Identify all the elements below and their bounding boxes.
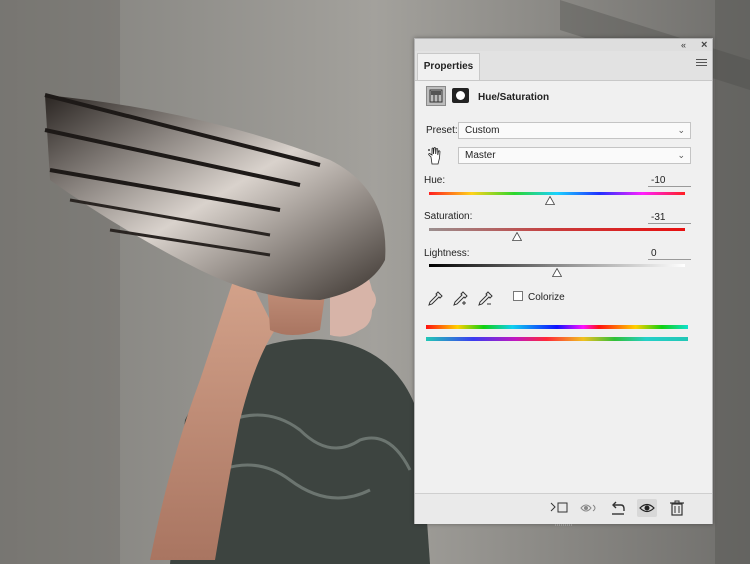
saturation-input[interactable]: -31	[648, 211, 691, 224]
tab-properties[interactable]: Properties	[417, 53, 480, 80]
saturation-slider-thumb[interactable]	[512, 231, 523, 241]
adjustment-title: Hue/Saturation	[478, 92, 550, 103]
close-panel-icon[interactable]: ×	[701, 39, 707, 51]
subtract-from-sample-eyedropper-icon[interactable]	[477, 291, 493, 307]
channel-value: Master	[465, 150, 496, 161]
panel-menu-icon[interactable]	[696, 59, 707, 69]
chevron-down-icon: ⌄	[677, 125, 685, 135]
panel-tab-row: Properties	[415, 51, 712, 81]
collapse-panel-icon[interactable]: «	[681, 39, 686, 51]
lightness-slider-thumb[interactable]	[551, 267, 563, 277]
toggle-visibility-icon[interactable]	[637, 499, 657, 517]
add-to-sample-eyedropper-icon[interactable]	[452, 291, 468, 307]
saturation-label: Saturation:	[424, 211, 473, 222]
hue-slider-track[interactable]	[429, 192, 685, 195]
colorize-label: Colorize	[528, 292, 565, 303]
lightness-slider-track[interactable]	[429, 264, 685, 267]
hue-slider-thumb[interactable]	[544, 195, 556, 205]
hue-saturation-adjustment-icon[interactable]	[426, 86, 446, 106]
channel-select[interactable]: Master ⌄	[458, 147, 691, 164]
clip-to-layer-icon[interactable]	[549, 499, 569, 517]
delete-icon[interactable]	[667, 499, 687, 517]
preset-value: Custom	[465, 125, 500, 136]
colorize-checkbox[interactable]	[513, 291, 523, 301]
panel-footer	[415, 493, 712, 526]
input-color-bar	[426, 325, 688, 329]
saturation-slider-track[interactable]	[429, 228, 685, 231]
lightness-label: Lightness:	[424, 248, 470, 259]
layer-mask-icon[interactable]	[452, 88, 469, 103]
resize-grip-icon[interactable]	[555, 519, 573, 526]
targeted-adjustment-hand-icon[interactable]	[428, 147, 442, 165]
output-color-bar	[426, 337, 688, 341]
chevron-down-icon: ⌄	[677, 150, 685, 160]
properties-panel: « × Properties Hue/Saturation Preset: Cu…	[414, 38, 713, 526]
preset-select[interactable]: Custom ⌄	[458, 122, 691, 139]
eyedropper-icon[interactable]	[427, 291, 443, 307]
preset-label: Preset:	[426, 125, 458, 136]
view-previous-state-icon[interactable]	[579, 499, 599, 517]
lightness-input[interactable]: 0	[648, 247, 691, 260]
reset-icon[interactable]	[608, 499, 628, 517]
hue-label: Hue:	[424, 175, 446, 186]
hue-input[interactable]: -10	[648, 174, 691, 187]
